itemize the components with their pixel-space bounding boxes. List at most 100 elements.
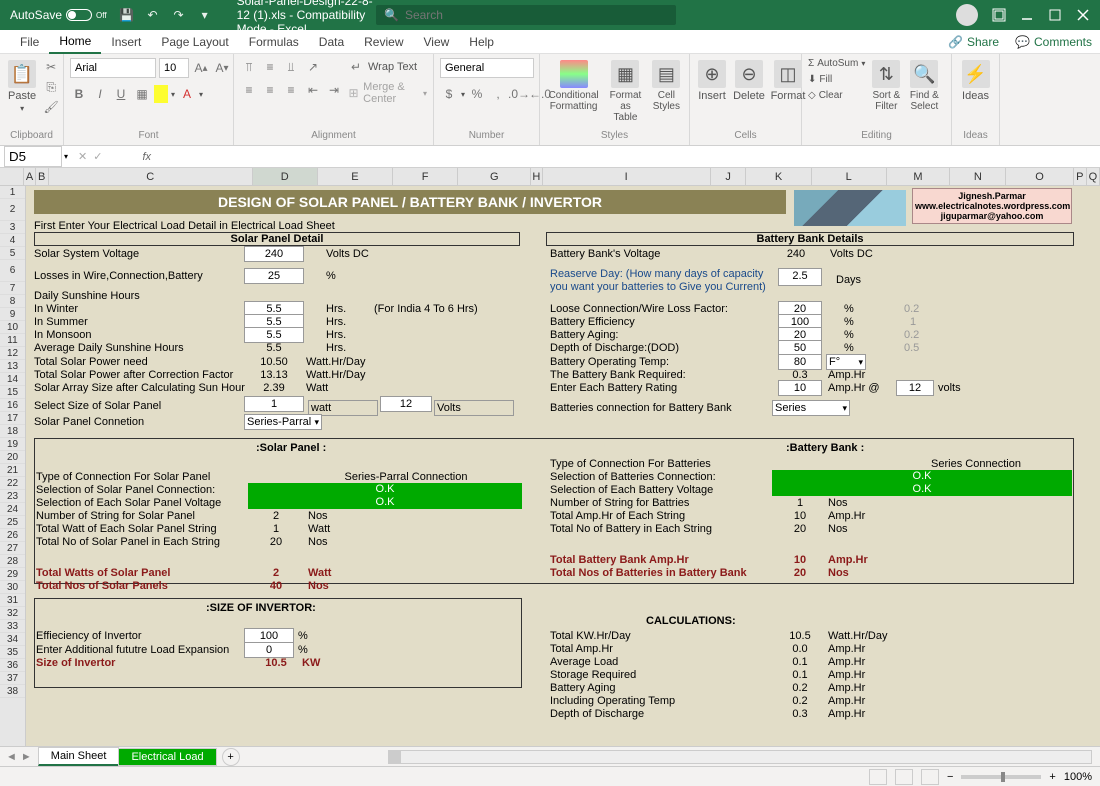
add-sheet-button[interactable]: +	[222, 748, 240, 766]
solar-voltage-input[interactable]: 240	[244, 246, 304, 262]
sort-filter-button[interactable]: ⇅Sort & Filter	[869, 58, 903, 114]
batt-volts-input[interactable]: 12	[896, 380, 934, 396]
tab-insert[interactable]: Insert	[101, 31, 151, 53]
paste-button[interactable]: 📋Paste▾	[6, 58, 38, 115]
page-break-view-icon[interactable]	[921, 769, 939, 785]
conditional-formatting-button[interactable]: Conditional Formatting	[546, 58, 601, 114]
increase-font-icon[interactable]: A▴	[192, 59, 210, 77]
cell-styles-button[interactable]: ▤Cell Styles	[650, 58, 683, 114]
autosave-toggle[interactable]: AutoSave Off	[10, 8, 107, 22]
search-box[interactable]: 🔍	[376, 5, 676, 25]
indent-decrease-icon[interactable]: ⇤	[304, 81, 322, 99]
tab-nav-next-icon[interactable]: ►	[21, 751, 32, 763]
align-bottom-icon[interactable]: ⫫	[282, 58, 300, 76]
indent-increase-icon[interactable]: ⇥	[325, 81, 343, 99]
tab-view[interactable]: View	[414, 31, 460, 53]
tab-formulas[interactable]: Formulas	[239, 31, 309, 53]
batt-conn-dropdown[interactable]: Series▾	[772, 400, 850, 416]
column-headers[interactable]: ABCDEFGHIJKLMNOPQ	[0, 168, 1100, 186]
number-format-input[interactable]	[440, 58, 534, 78]
ribbon-mode-icon[interactable]	[992, 8, 1006, 22]
namebox-dropdown-icon[interactable]: ▾	[64, 152, 68, 161]
decrease-decimal-icon[interactable]: ←.0	[531, 85, 549, 103]
sheet-tab-electrical[interactable]: Electrical Load	[118, 748, 216, 766]
worksheet-content[interactable]: DESIGN OF SOLAR PANEL / BATTERY BANK / I…	[26, 186, 1100, 746]
batt-rating-input[interactable]: 10	[778, 380, 822, 396]
normal-view-icon[interactable]	[869, 769, 887, 785]
panel-watt-input[interactable]: 1	[244, 396, 304, 412]
tab-nav-prev-icon[interactable]: ◄	[6, 751, 17, 763]
increase-decimal-icon[interactable]: .0→	[510, 85, 528, 103]
qat-dropdown-icon[interactable]: ▾	[197, 7, 213, 23]
page-layout-view-icon[interactable]	[895, 769, 913, 785]
fill-color-icon[interactable]	[154, 85, 168, 103]
delete-cells-button[interactable]: ⊖Delete	[732, 58, 766, 104]
comma-icon[interactable]: ,	[489, 85, 507, 103]
add-load-input[interactable]: 0	[244, 642, 294, 658]
wrap-text-button[interactable]: ↵Wrap Text	[347, 58, 427, 76]
format-painter-icon[interactable]: 🖌	[42, 98, 60, 116]
align-middle-icon[interactable]: ≡	[261, 58, 279, 76]
share-button[interactable]: 🔗Share	[940, 31, 1007, 53]
redo-icon[interactable]: ↷	[171, 7, 187, 23]
font-color-icon[interactable]: A	[178, 85, 196, 103]
find-select-button[interactable]: 🔍Find & Select	[907, 58, 941, 114]
maximize-icon[interactable]	[1048, 8, 1062, 22]
align-left-icon[interactable]: ≡	[240, 81, 258, 99]
format-cells-button[interactable]: ◫Format	[770, 58, 806, 104]
search-input[interactable]	[405, 8, 668, 22]
fx-icon[interactable]: fx	[142, 151, 151, 163]
comments-button[interactable]: 💬Comments	[1007, 31, 1100, 53]
undo-icon[interactable]: ↶	[145, 7, 161, 23]
align-center-icon[interactable]: ≡	[261, 81, 279, 99]
panel-volts-input[interactable]: 12	[380, 396, 432, 412]
minimize-icon[interactable]	[1020, 8, 1034, 22]
cancel-formula-icon[interactable]: ✕	[78, 150, 87, 163]
border-icon[interactable]: ▦	[133, 85, 151, 103]
merge-button[interactable]: ⊞Merge & Center▾	[347, 81, 427, 105]
tab-data[interactable]: Data	[309, 31, 354, 53]
underline-icon[interactable]: U	[112, 85, 130, 103]
decrease-font-icon[interactable]: A▾	[213, 59, 231, 77]
zoom-slider[interactable]	[961, 775, 1041, 779]
enter-formula-icon[interactable]: ✓	[93, 150, 102, 163]
ideas-button[interactable]: ⚡Ideas	[958, 58, 993, 104]
batt-temp-input[interactable]: 80	[778, 354, 822, 370]
insert-cells-button[interactable]: ⊕Insert	[696, 58, 728, 104]
format-as-table-button[interactable]: ▦Format as Table	[605, 58, 646, 125]
losses-input[interactable]: 25	[244, 268, 304, 284]
currency-icon[interactable]: $	[440, 85, 458, 103]
solar-conn-dropdown[interactable]: Series-Parral▾	[244, 414, 322, 430]
font-name-input[interactable]	[70, 58, 156, 78]
zoom-out-icon[interactable]: −	[947, 771, 953, 783]
percent-icon[interactable]: %	[468, 85, 486, 103]
monsoon-input[interactable]: 5.5	[244, 327, 304, 343]
tab-home[interactable]: Home	[49, 30, 101, 54]
autosum-button[interactable]: ΣAutoSum▾	[808, 58, 865, 69]
tab-help[interactable]: Help	[459, 31, 504, 53]
temp-unit-dropdown[interactable]: F°▾	[826, 354, 866, 370]
user-avatar[interactable]	[956, 4, 978, 26]
horizontal-scrollbar[interactable]	[388, 750, 1092, 764]
zoom-in-icon[interactable]: +	[1049, 771, 1055, 783]
font-size-input[interactable]	[159, 58, 189, 78]
sheet-tab-main[interactable]: Main Sheet	[38, 747, 120, 766]
align-right-icon[interactable]: ≡	[282, 81, 300, 99]
reserve-day-input[interactable]: 2.5	[778, 268, 822, 286]
tab-file[interactable]: File	[10, 31, 49, 53]
tab-page-layout[interactable]: Page Layout	[151, 31, 238, 53]
bold-icon[interactable]: B	[70, 85, 88, 103]
cut-icon[interactable]: ✂	[42, 58, 60, 76]
fill-button[interactable]: ⬇Fill	[808, 74, 865, 85]
italic-icon[interactable]: I	[91, 85, 109, 103]
name-box[interactable]	[4, 146, 62, 167]
align-top-icon[interactable]: ⫪	[240, 58, 258, 76]
orientation-icon[interactable]: ↗	[304, 58, 322, 76]
clear-button[interactable]: ◇Clear	[808, 90, 865, 101]
tab-review[interactable]: Review	[354, 31, 413, 53]
zoom-level[interactable]: 100%	[1064, 771, 1092, 783]
row-headers[interactable]: 1234567891011121314151617181920212223242…	[0, 186, 26, 746]
copy-icon[interactable]: ⎘	[42, 78, 60, 96]
save-icon[interactable]: 💾	[119, 7, 135, 23]
close-icon[interactable]	[1076, 8, 1090, 22]
